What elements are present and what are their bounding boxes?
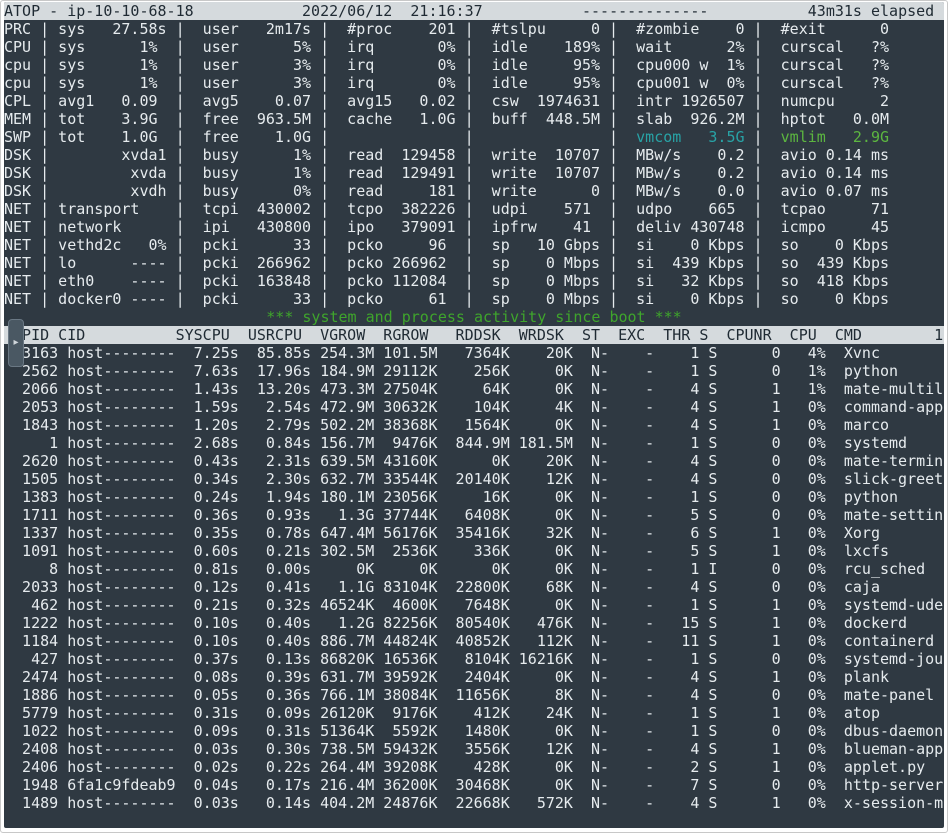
process-header: PID CID SYSCPU USRCPU VGROW RGROW RDDSK … (4, 326, 944, 344)
process-row: 427 host-------- 0.37s 0.13s 86820K 1653… (4, 650, 944, 668)
activity-notice: *** system and process activity since bo… (266, 308, 682, 326)
stat-line-net-lo: NET | lo ---- | pcki 266962 | pcko 26696… (4, 254, 890, 272)
process-row: 3163 host-------- 7.25s 85.85s 254.3M 10… (4, 344, 880, 362)
process-row: 1843 host-------- 1.20s 2.79s 502.2M 383… (4, 416, 890, 434)
process-row: 1184 host-------- 0.10s 0.40s 886.7M 448… (4, 632, 935, 650)
stat-line-dsk-xvdh: DSK | xvdh | busy 0% | read 181 | write … (4, 182, 890, 200)
process-row: 2562 host-------- 7.63s 17.96s 184.9M 29… (4, 362, 899, 380)
process-row: 2033 host-------- 0.12s 0.41s 1.1G 83104… (4, 578, 880, 596)
process-row: 2066 host-------- 1.43s 13.20s 473.3M 27… (4, 380, 944, 398)
process-row: 2474 host-------- 0.08s 0.39s 631.7M 395… (4, 668, 890, 686)
vmlim-value: vmlim 2.9G (780, 128, 890, 146)
host-title: ATOP - ip-10-10-68-18 (4, 2, 194, 20)
process-row: 1222 host-------- 0.10s 0.40s 1.2G 82256… (4, 614, 908, 632)
stat-line-cpu1: cpu | sys 1% | user 3% | irq 0% | idle 9… (4, 74, 890, 92)
process-row: 5779 host-------- 0.31s 0.09s 26120K 917… (4, 704, 880, 722)
process-row: 1711 host-------- 0.36s 0.93s 1.3G 37744… (4, 506, 944, 524)
process-row: 8 host-------- 0.81s 0.00s 0K 0K 0K 0K N… (4, 560, 926, 578)
process-list: 3163 host-------- 7.25s 85.85s 254.3M 10… (4, 344, 944, 812)
stat-line-net-eth0: NET | eth0 ---- | pcki 163848 | pcko 112… (4, 272, 890, 290)
stat-line-cpu0: cpu | sys 1% | user 3% | irq 0% | idle 9… (4, 56, 890, 74)
stat-line-net-docker0: NET | docker0 ---- | pcki 33 | pcko 61 |… (4, 290, 890, 308)
swp-left: SWP | tot 1.0G | free 1.0G | | | (4, 128, 637, 146)
swp-separator: | (744, 128, 781, 146)
vmcom-value: vmcom 3.5G (636, 128, 745, 146)
process-row: 1886 host-------- 0.05s 0.36s 766.1M 380… (4, 686, 935, 704)
terminal-window[interactable]: ATOP - ip-10-10-68-18 2022/06/12 21:16:3… (4, 2, 944, 828)
process-row: 1948 6fa1c9fdeab9 0.04s 0.17s 216.4M 362… (4, 776, 944, 794)
stat-line-net-transport: NET | transport | tcpi 430002 | tcpo 382… (4, 200, 890, 218)
chevron-right-icon: ▸ (13, 337, 19, 348)
stat-line-dsk-xvda1: DSK | xvda1 | busy 1% | read 129458 | wr… (4, 146, 890, 164)
title-dashes: -------------- (582, 2, 709, 20)
elapsed-time: 43m31s elapsed (807, 2, 935, 20)
process-row: 1337 host-------- 0.35s 0.78s 647.4M 561… (4, 524, 880, 542)
process-row: 2053 host-------- 1.59s 2.54s 472.9M 306… (4, 398, 944, 416)
process-row: 1505 host-------- 0.34s 2.30s 632.7M 335… (4, 470, 944, 488)
process-row: 1489 host-------- 0.03s 0.14s 404.2M 248… (4, 794, 944, 812)
stat-line-net-vethd2c: NET | vethd2c 0% | pcki 33 | pcko 96 | s… (4, 236, 890, 254)
process-row: 2620 host-------- 0.43s 2.31s 639.5M 431… (4, 452, 944, 470)
process-row: 462 host-------- 0.21s 0.32s 46524K 4600… (4, 596, 944, 614)
title-bar: ATOP - ip-10-10-68-18 2022/06/12 21:16:3… (4, 2, 944, 20)
stat-line-dsk-xvda: DSK | xvda | busy 1% | read 129491 | wri… (4, 164, 890, 182)
side-panel-handle[interactable]: ▸ (8, 319, 24, 367)
stat-line-cpl: CPL | avg1 0.09 | avg5 0.07 | avg15 0.02… (4, 92, 890, 110)
stat-line-mem: MEM | tot 3.9G | free 963.5M | cache 1.0… (4, 110, 890, 128)
process-row: 1091 host-------- 0.60s 0.21s 302.5M 253… (4, 542, 890, 560)
datetime: 2022/06/12 21:16:37 (302, 2, 483, 20)
process-row: 1022 host-------- 0.09s 0.31s 51364K 559… (4, 722, 944, 740)
stat-line-cpu: CPU | sys 1% | user 5% | irq 0% | idle 1… (4, 38, 890, 56)
process-row: 1 host-------- 2.68s 0.84s 156.7M 9476K … (4, 434, 908, 452)
stat-line-swp: SWP | tot 1.0G | free 1.0G | | | vmcom 3… (4, 128, 944, 146)
process-row: 1383 host-------- 0.24s 1.94s 180.1M 230… (4, 488, 899, 506)
stat-line-prc: PRC | sys 27.58s | user 2m17s | #proc 20… (4, 20, 890, 38)
stat-line-net-network: NET | network | ipi 430800 | ipo 379091 … (4, 218, 890, 236)
process-row: 2406 host-------- 0.02s 0.22s 264.4M 392… (4, 758, 926, 776)
process-row: 2408 host-------- 0.03s 0.30s 738.5M 594… (4, 740, 944, 758)
